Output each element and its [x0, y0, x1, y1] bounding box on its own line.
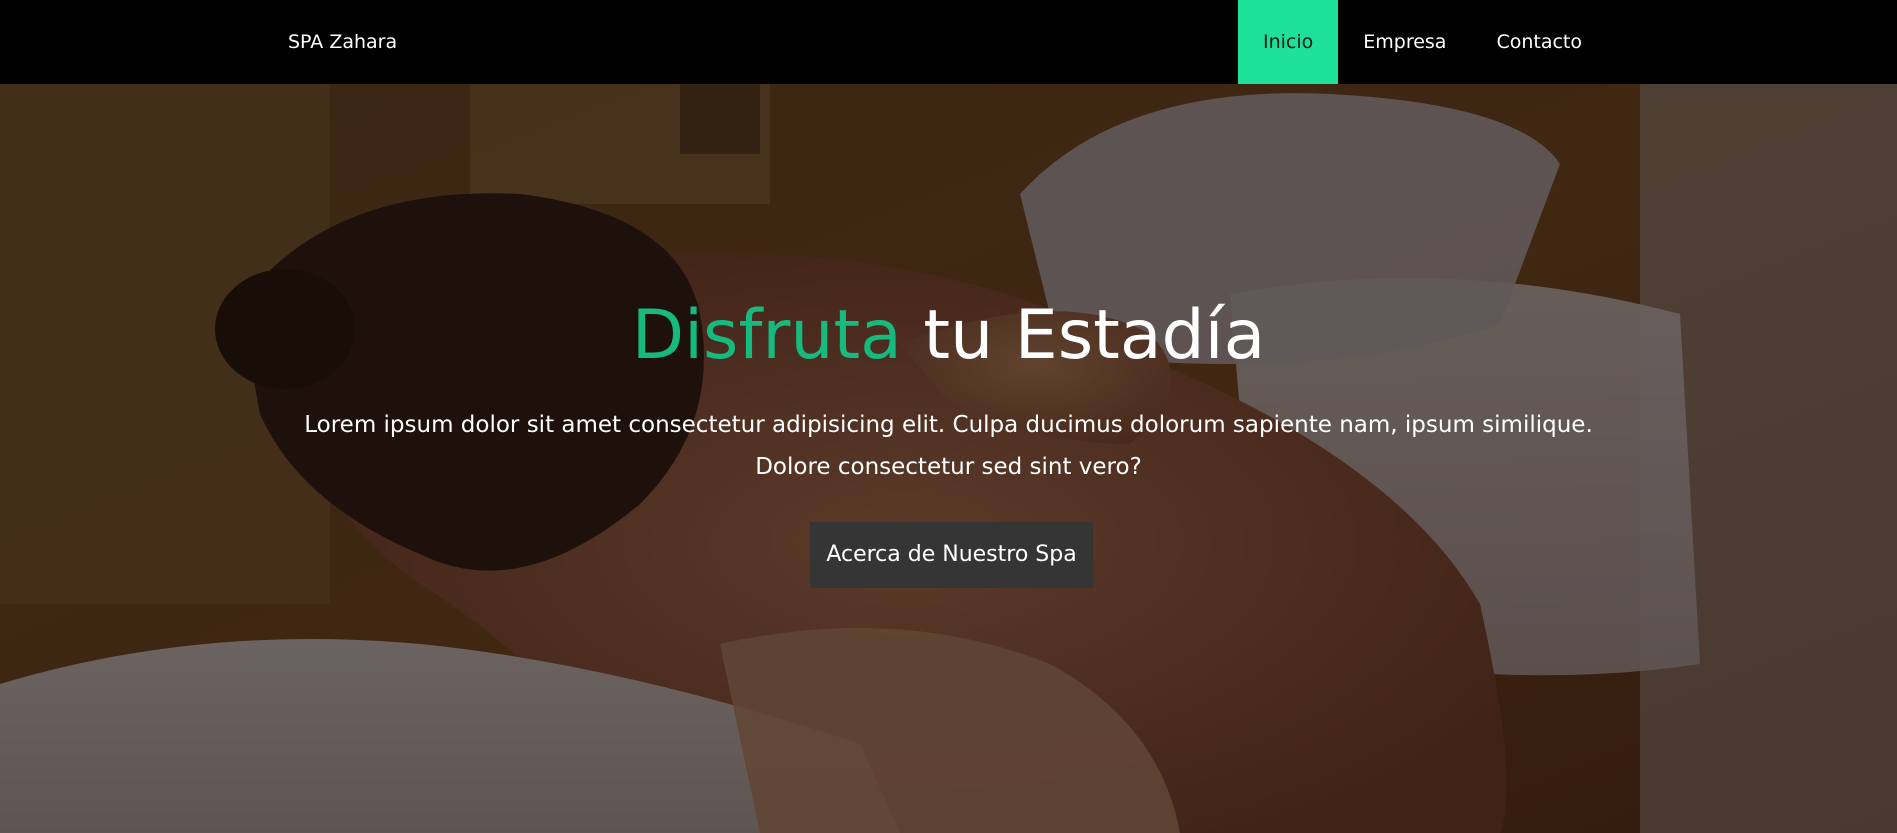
nav-item-contacto[interactable]: Contacto — [1471, 0, 1607, 84]
hero-section: Disfruta tu Estadía Lorem ipsum dolor si… — [0, 84, 1897, 833]
hero-title-rest: tu Estadía — [923, 296, 1266, 375]
brand-link[interactable]: SPA Zahara — [288, 0, 397, 84]
hero-title: Disfruta tu Estadía — [0, 302, 1897, 370]
nav-item-empresa[interactable]: Empresa — [1338, 0, 1471, 84]
hero-content: Disfruta tu Estadía Lorem ipsum dolor si… — [0, 84, 1897, 833]
hero-title-accent: Disfruta — [631, 296, 902, 375]
nav-item-inicio[interactable]: Inicio — [1237, 0, 1339, 84]
about-spa-button[interactable]: Acerca de Nuestro Spa — [810, 522, 1093, 588]
main-nav: Inicio Empresa Contacto — [1237, 0, 1607, 84]
hero-description: Lorem ipsum dolor sit amet consectetur a… — [304, 412, 1593, 480]
navbar: SPA Zahara Inicio Empresa Contacto — [0, 0, 1897, 84]
